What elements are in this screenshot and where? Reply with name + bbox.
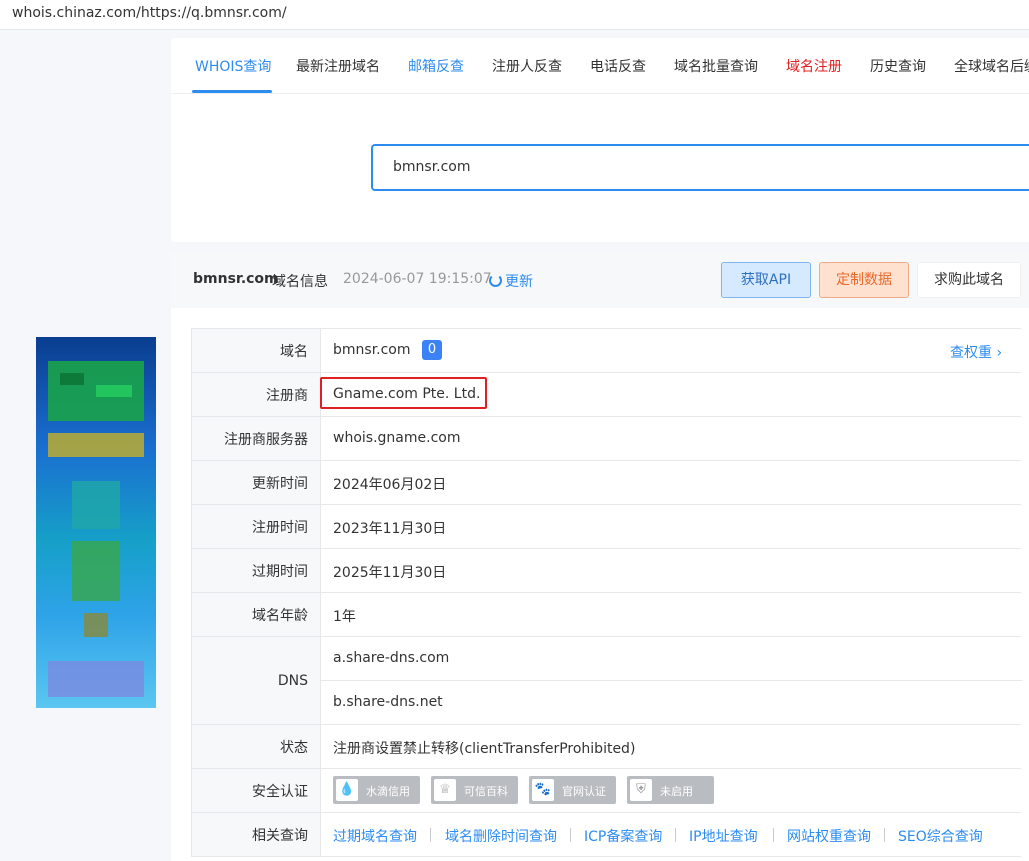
status-value: 注册商设置禁止转移(clientTransferProhibited) xyxy=(333,741,636,757)
created-value: 2023年11月30日 xyxy=(333,521,447,537)
ssl-shield-icon: ⛨ xyxy=(630,779,652,801)
search-input-value[interactable]: bmnsr.com xyxy=(393,159,471,175)
refresh-label: 更新 xyxy=(505,274,533,290)
cert-badge[interactable]: ♕ 可信百科 xyxy=(431,776,518,804)
info-timestamp: 2024-06-07 19:15:07 xyxy=(343,271,492,287)
table-row-dns: DNS a.share-dns.com b.share-dns.net xyxy=(192,637,1022,725)
tab-history[interactable]: 历史查询 xyxy=(870,56,926,76)
related-link[interactable]: IP地址查询 xyxy=(689,826,758,846)
row-label: 安全认证 xyxy=(192,769,321,812)
cert-badge[interactable]: 💧 水滴信用 xyxy=(333,776,420,804)
link-separator xyxy=(884,828,885,842)
row-label: 域名年龄 xyxy=(192,593,321,636)
domain-info-card: bmnsr.com 域名信息 2024-06-07 19:15:07 更新 获取… xyxy=(171,252,1029,861)
related-link[interactable]: SEO综合查询 xyxy=(898,826,983,846)
tab-global-suffix[interactable]: 全球域名后缀 xyxy=(954,56,1029,76)
link-separator xyxy=(430,828,431,842)
table-row-registrar: 注册商 Gname.com Pte. Ltd. xyxy=(192,373,1021,417)
info-title-suffix: 域名信息 xyxy=(272,274,328,290)
active-tab-indicator xyxy=(192,90,272,93)
row-label: 注册商服务器 xyxy=(192,417,321,460)
address-bar[interactable]: whois.chinaz.com/https://q.bmnsr.com/ xyxy=(0,0,1029,30)
age-value: 1年 xyxy=(333,609,356,625)
cert-label: 水滴信用 xyxy=(366,785,410,798)
table-row-age: 域名年龄 1年 xyxy=(192,593,1021,637)
search-card: WHOIS查询 最新注册域名 邮箱反查 注册人反查 电话反查 域名批量查询 域名… xyxy=(171,38,1029,242)
cert-badge[interactable]: 🐾 官网认证 xyxy=(529,776,616,804)
table-row-updated: 更新时间 2024年06月02日 xyxy=(192,461,1021,505)
custom-data-button[interactable]: 定制数据 xyxy=(819,262,909,298)
cert-label: 官网认证 xyxy=(562,785,606,798)
tab-new-domains[interactable]: 最新注册域名 xyxy=(296,56,380,76)
related-link[interactable]: 域名删除时间查询 xyxy=(445,826,557,846)
updated-value: 2024年06月02日 xyxy=(333,477,447,493)
weight-badge[interactable]: 0 xyxy=(422,340,442,360)
laurel-icon: ♕ xyxy=(434,779,456,801)
tab-batch-query[interactable]: 域名批量查询 xyxy=(674,56,758,76)
table-row-expires: 过期时间 2025年11月30日 xyxy=(192,549,1021,593)
row-label: 域名 xyxy=(192,329,321,372)
refresh-icon xyxy=(489,274,502,287)
dns-divider xyxy=(321,680,1022,681)
search-input[interactable]: bmnsr.com xyxy=(371,144,1029,191)
whois-table: 域名 bmnsr.com 0 查权重 › 注册商 Gname.com Pte. … xyxy=(191,328,1022,857)
check-weight-link[interactable]: 查权重 › xyxy=(950,342,1002,362)
row-label: DNS xyxy=(192,637,321,724)
cert-badge[interactable]: ⛨ 未启用 xyxy=(627,776,714,804)
paw-icon: 🐾 xyxy=(532,779,554,801)
expires-value: 2025年11月30日 xyxy=(333,565,447,581)
tab-registrant-reverse[interactable]: 注册人反查 xyxy=(492,56,562,76)
related-link[interactable]: 网站权重查询 xyxy=(787,826,871,846)
table-row-security: 安全认证 💧 水滴信用 ♕ 可信百科 🐾 官网认证 ⛨ 未启用 xyxy=(192,769,1021,813)
buy-domain-button[interactable]: 求购此域名 xyxy=(917,262,1021,298)
table-row-server: 注册商服务器 whois.gname.com xyxy=(192,417,1021,461)
row-label: 注册时间 xyxy=(192,505,321,548)
domain-value: bmnsr.com xyxy=(333,342,411,358)
dns-server-2: b.share-dns.net xyxy=(333,694,443,710)
tab-whois[interactable]: WHOIS查询 xyxy=(195,56,271,76)
link-separator xyxy=(773,828,774,842)
water-drop-icon: 💧 xyxy=(336,779,358,801)
info-domain: bmnsr.com xyxy=(193,271,279,287)
info-header: bmnsr.com 域名信息 2024-06-07 19:15:07 更新 获取… xyxy=(171,252,1029,308)
nav-tabs: WHOIS查询 最新注册域名 邮箱反查 注册人反查 电话反查 域名批量查询 域名… xyxy=(171,38,1029,94)
dns-server-1: a.share-dns.com xyxy=(333,650,450,666)
row-label: 更新时间 xyxy=(192,461,321,504)
link-separator xyxy=(675,828,676,842)
check-weight-label: 查权重 xyxy=(950,345,992,361)
tab-domain-register[interactable]: 域名注册 xyxy=(786,56,842,76)
highlight-box xyxy=(320,377,487,409)
get-api-button[interactable]: 获取API xyxy=(721,262,811,298)
tab-phone-reverse[interactable]: 电话反查 xyxy=(590,56,646,76)
side-advertisement-image[interactable] xyxy=(36,337,156,708)
row-label: 过期时间 xyxy=(192,549,321,592)
chevron-right-icon: › xyxy=(996,345,1003,361)
cert-label: 可信百科 xyxy=(464,785,508,798)
refresh-button[interactable]: 更新 xyxy=(489,271,533,291)
table-row-status: 状态 注册商设置禁止转移(clientTransferProhibited) xyxy=(192,725,1021,769)
link-separator xyxy=(570,828,571,842)
row-label: 相关查询 xyxy=(192,813,321,856)
row-label: 注册商 xyxy=(192,373,321,416)
tab-email-reverse[interactable]: 邮箱反查 xyxy=(408,56,464,76)
table-row-related: 相关查询 过期域名查询 域名删除时间查询 ICP备案查询 IP地址查询 网站权重… xyxy=(192,813,1021,857)
address-url[interactable]: whois.chinaz.com/https://q.bmnsr.com/ xyxy=(12,5,287,21)
cert-label: 未启用 xyxy=(660,785,693,798)
table-row-created: 注册时间 2023年11月30日 xyxy=(192,505,1021,549)
related-link[interactable]: 过期域名查询 xyxy=(333,826,417,846)
server-value: whois.gname.com xyxy=(333,430,461,446)
table-row-domain: 域名 bmnsr.com 0 查权重 › xyxy=(192,329,1021,373)
row-label: 状态 xyxy=(192,725,321,768)
related-link[interactable]: ICP备案查询 xyxy=(584,826,662,846)
